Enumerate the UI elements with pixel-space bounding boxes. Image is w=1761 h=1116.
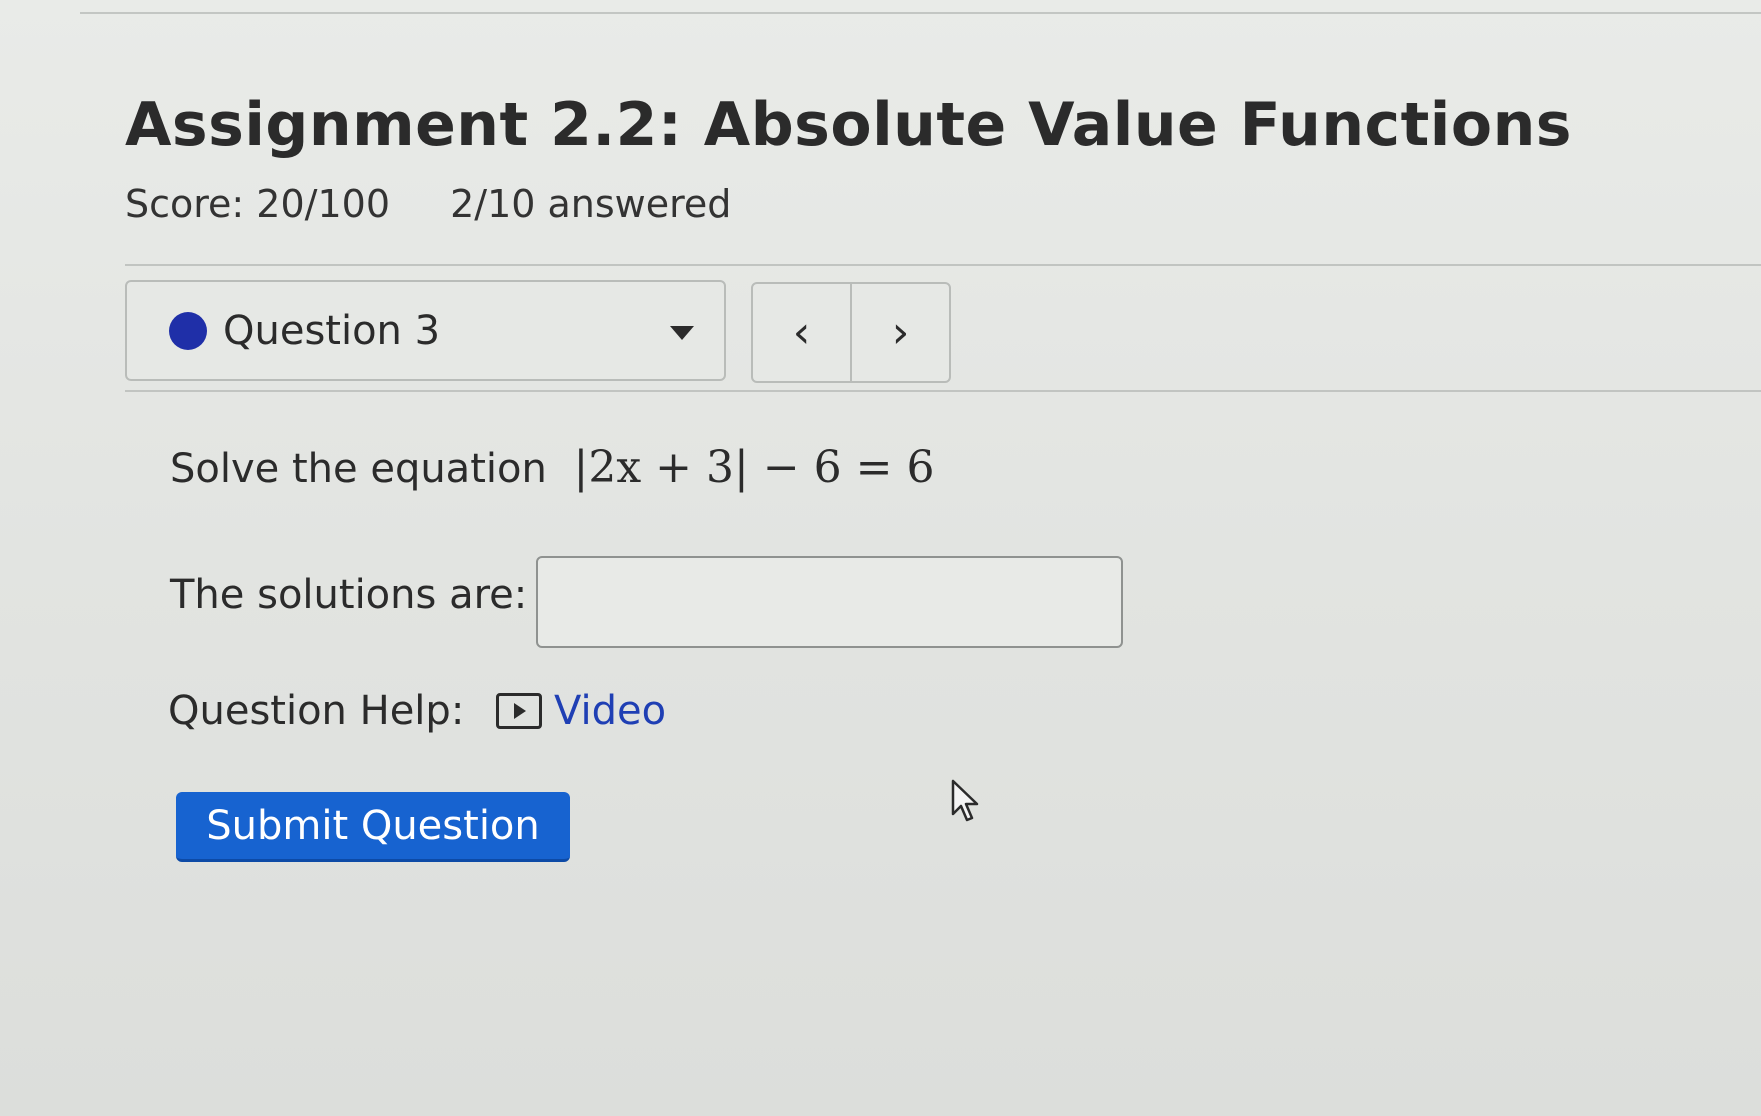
video-link-text: Video (554, 688, 667, 734)
mouse-pointer-icon (951, 779, 979, 822)
answered-count: 2/10 answered (450, 182, 732, 226)
next-question-button[interactable]: › (850, 284, 949, 381)
question-prompt: Solve the equation |2x + 3| − 6 = 6 (170, 442, 935, 493)
solutions-label: The solutions are: (170, 572, 528, 618)
question-select-dropdown[interactable]: Question 3 (125, 280, 726, 381)
chevron-left-icon: ‹ (792, 307, 811, 358)
question-select-label: Question 3 (223, 307, 441, 354)
answer-input[interactable] (536, 556, 1123, 648)
score-text: Score: 20/100 (125, 182, 390, 226)
caret-down-icon (670, 326, 694, 340)
video-play-icon (496, 693, 542, 729)
page-title: Assignment 2.2: Absolute Value Functions (125, 90, 1573, 160)
submit-question-button[interactable]: Submit Question (176, 792, 570, 862)
question-nav-group: ‹ › (751, 282, 951, 383)
assignment-page: Assignment 2.2: Absolute Value Functions… (0, 0, 1761, 1116)
top-divider (80, 12, 1761, 14)
video-help-link[interactable]: Video (496, 688, 666, 734)
section-divider (125, 264, 1761, 266)
equation: |2x + 3| − 6 = 6 (573, 442, 935, 493)
chevron-right-icon: › (891, 307, 910, 358)
filled-dot-icon (169, 311, 207, 350)
score-summary: Score: 20/100 2/10 answered (125, 182, 731, 226)
previous-question-button[interactable]: ‹ (753, 284, 850, 381)
question-help-label: Question Help: (168, 688, 465, 734)
prompt-text: Solve the equation (170, 446, 547, 492)
section-divider (125, 390, 1761, 392)
